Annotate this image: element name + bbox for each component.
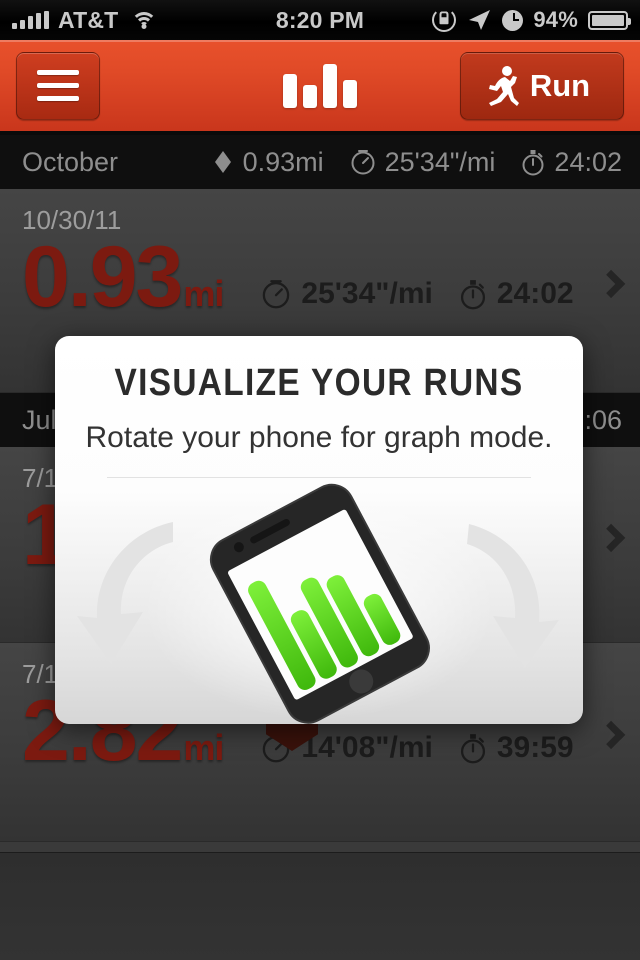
month-distance-label: 0.93mi [242, 146, 324, 177]
modal-title: VISUALIZE YOUR RUNS [114, 362, 524, 404]
month-summary-stats: 0.93mi 25'34"/mi 24:02 [212, 147, 622, 178]
month-pace-stat: 25'34"/mi [350, 146, 496, 178]
month-summary-stats: :06 [584, 405, 622, 436]
stopwatch-icon [460, 733, 485, 764]
status-bar: AT&T 8:20 PM 94% [0, 0, 640, 40]
alarm-clock-icon [502, 9, 524, 31]
run-button-label: Run [529, 67, 591, 103]
run-time-label: 39:59 [496, 731, 574, 765]
stopwatch-icon [460, 279, 485, 310]
run-time-stat: 24:02 [459, 277, 574, 311]
run-time-label: 24:02 [496, 277, 574, 311]
run-pace-label: 14'08"/mi [301, 731, 433, 765]
month-time-stat: 24:02 [521, 147, 622, 178]
speedometer-icon [263, 280, 290, 309]
phone-rotate-graph-illustration [55, 480, 583, 724]
hamburger-line [37, 70, 79, 75]
run-time-stat: 39:59 [459, 731, 574, 765]
visualize-runs-modal[interactable]: VISUALIZE YOUR RUNS Rotate your phone fo… [55, 336, 583, 724]
bar-chart-logo-icon [283, 63, 357, 108]
stopwatch-icon [522, 149, 544, 175]
run-distance-unit: mi [183, 273, 224, 314]
month-time-label: :06 [584, 404, 622, 435]
top-navigation-bar: Run [0, 40, 640, 135]
clock-label: 8:20 PM [275, 6, 365, 33]
run-stats: 25'34"/mi 24:02 [261, 277, 574, 311]
month-name-label: October [22, 146, 119, 177]
run-distance: 0.93 mi [22, 229, 224, 325]
run-distance-value: 0.93 [22, 229, 183, 325]
month-time-stat: :06 [584, 405, 622, 436]
run-pace-stat: 25'34"/mi [261, 277, 433, 311]
month-time-label: 24:02 [554, 146, 622, 177]
hamburger-line [37, 83, 79, 88]
run-distance-unit: mi [183, 727, 224, 768]
month-distance-stat: 0.93mi [212, 147, 324, 178]
month-header-october: October 0.93mi 25'34"/mi 24:02 [0, 135, 640, 189]
run-row-body: 0.93 mi 25'34"/mi 24:02 [22, 229, 640, 325]
run-button[interactable]: Run [460, 51, 624, 120]
modal-divider [107, 477, 531, 478]
hamburger-line [37, 96, 79, 101]
diamond-icon [214, 151, 231, 173]
running-person-icon [488, 65, 519, 106]
app-screen: AT&T 8:20 PM 94% Run October 0.93mi 25'3… [0, 0, 640, 960]
run-pace-label: 25'34"/mi [301, 277, 433, 311]
list-bottom-area [0, 852, 640, 960]
month-pace-label: 25'34"/mi [384, 146, 496, 177]
modal-subtitle: Rotate your phone for graph mode. [85, 421, 553, 454]
speedometer-icon [351, 150, 375, 175]
hamburger-menu-button[interactable] [16, 51, 100, 120]
battery-icon [588, 10, 631, 30]
